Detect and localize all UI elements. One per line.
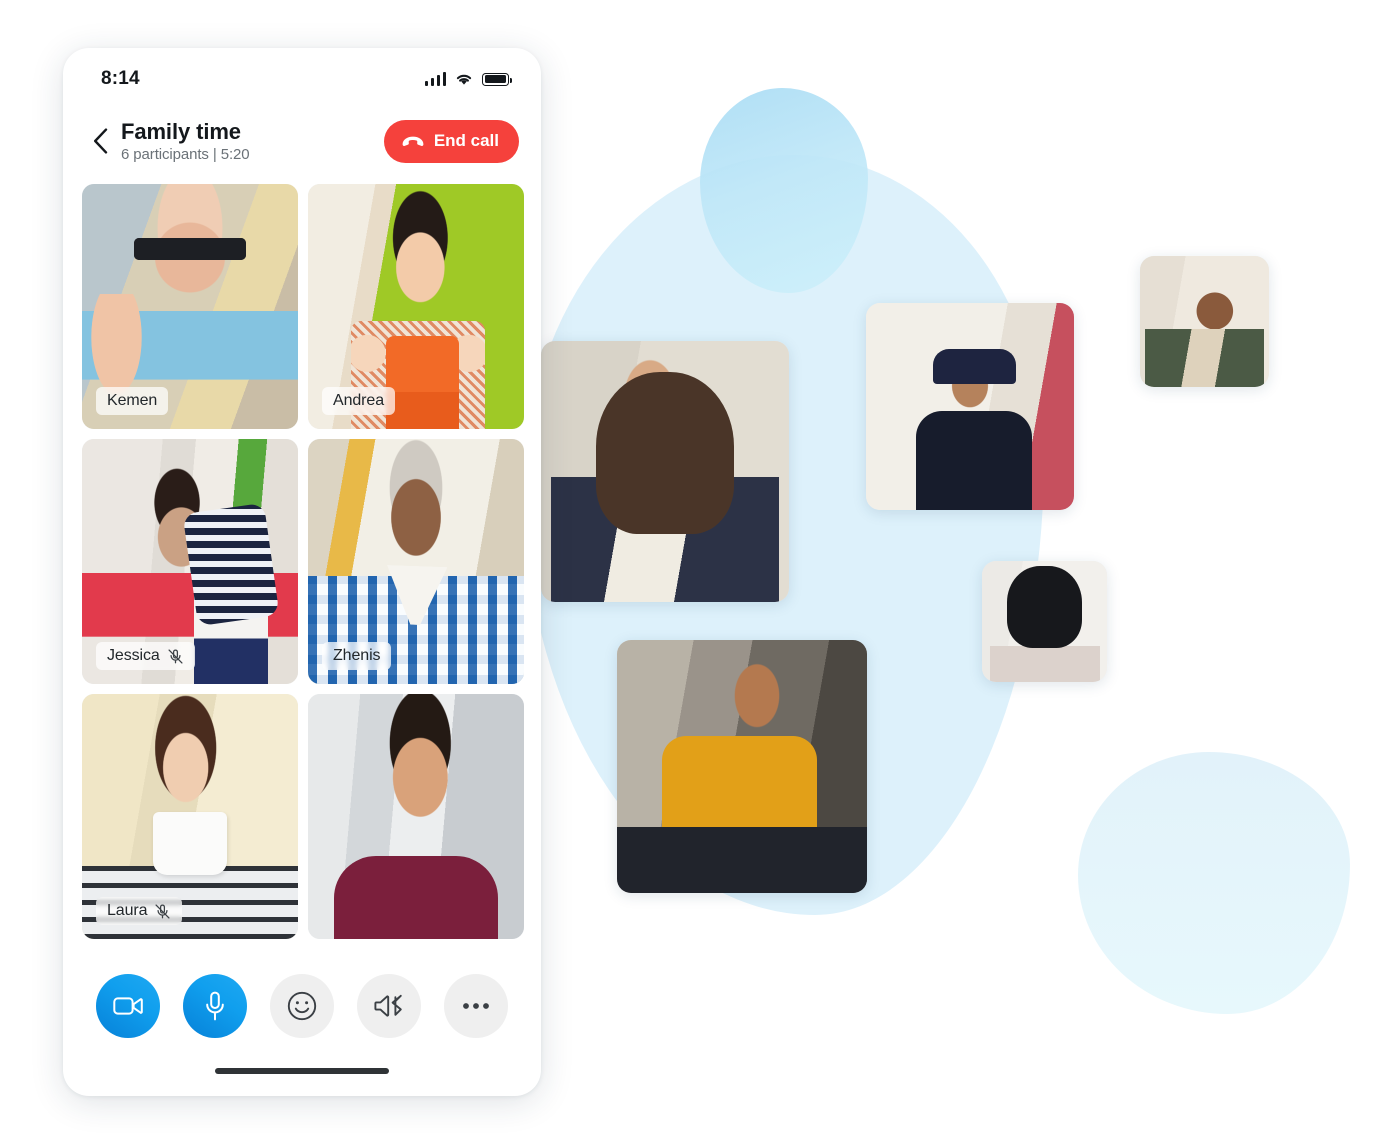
end-call-handset-icon [402, 136, 424, 146]
status-bar-time: 8:14 [101, 68, 140, 89]
signal-bars-icon [424, 72, 446, 86]
chevron-left-icon [93, 128, 107, 154]
status-bar-icons [424, 72, 512, 86]
call-title: Family time [121, 118, 241, 144]
participant-name-label: Kemen [107, 392, 158, 409]
phone-mockup: 8:14 Family time 6 participants | 5:20 E… [63, 48, 541, 1096]
participant-name-pill-zhenis: Zhenis [322, 642, 392, 670]
participant-name-label: Jessica [107, 647, 160, 664]
decor-blob-small [1078, 752, 1350, 1014]
participant-tile-zhenis[interactable]: Zhenis [308, 439, 524, 684]
audio-output-button[interactable] [357, 974, 421, 1038]
smiley-face-icon [287, 991, 317, 1021]
video-camera-icon [113, 997, 143, 1015]
participant-name-label: Laura [107, 902, 148, 919]
participant-name-pill-kemen: Kemen [96, 387, 169, 415]
reactions-button[interactable] [270, 974, 334, 1038]
floating-photo-card-short-hair [1140, 256, 1269, 387]
participant-video-6 [308, 694, 524, 939]
participant-tile-jessica[interactable]: Jessica [82, 439, 298, 684]
floating-photo-card-beard [541, 341, 789, 602]
photo-short-hair [1140, 256, 1269, 387]
back-button[interactable] [83, 121, 117, 161]
participant-tile-andrea[interactable]: Andrea [308, 184, 524, 429]
participant-name-label: Zhenis [333, 647, 381, 664]
call-subtitle: 6 participants | 5:20 [121, 146, 250, 164]
floating-photo-card-hat [866, 303, 1074, 510]
call-header-text: Family time 6 participants | 5:20 [121, 119, 384, 164]
participant-tile-6[interactable] [308, 694, 524, 939]
photo-yellow-shirt [617, 640, 867, 893]
photo-beard [541, 341, 789, 602]
battery-icon [482, 72, 512, 86]
photo-dark-hair [982, 561, 1107, 682]
participant-name-pill-jessica: Jessica [96, 642, 195, 670]
home-indicator [215, 1068, 389, 1074]
call-header: Family time 6 participants | 5:20 End ca… [63, 100, 541, 174]
participant-tile-laura[interactable]: Laura [82, 694, 298, 939]
ellipsis-icon [463, 1003, 489, 1009]
status-bar: 8:14 [63, 48, 541, 100]
participant-name-pill-andrea: Andrea [322, 387, 395, 415]
wifi-icon [455, 72, 473, 86]
photo-hat [866, 303, 1074, 510]
video-grid: Kemen Andrea Jessica Zhenis Laura [63, 174, 541, 939]
scene: 8:14 Family time 6 participants | 5:20 E… [0, 0, 1396, 1148]
microphone-button[interactable] [183, 974, 247, 1038]
muted-microphone-icon [155, 903, 170, 919]
microphone-icon [206, 991, 224, 1021]
end-call-label: End call [433, 131, 499, 150]
participant-tile-kemen[interactable]: Kemen [82, 184, 298, 429]
video-camera-button[interactable] [96, 974, 160, 1038]
participant-name-pill-laura: Laura [96, 897, 183, 925]
more-options-button[interactable] [444, 974, 508, 1038]
floating-photo-card-dark-hair [982, 561, 1107, 682]
participant-name-label: Andrea [333, 392, 384, 409]
call-toolbar [63, 974, 541, 1038]
speaker-bluetooth-icon [374, 994, 402, 1017]
muted-microphone-icon [168, 648, 183, 664]
end-call-button[interactable]: End call [383, 119, 519, 163]
floating-photo-card-yellow-shirt [617, 640, 867, 893]
